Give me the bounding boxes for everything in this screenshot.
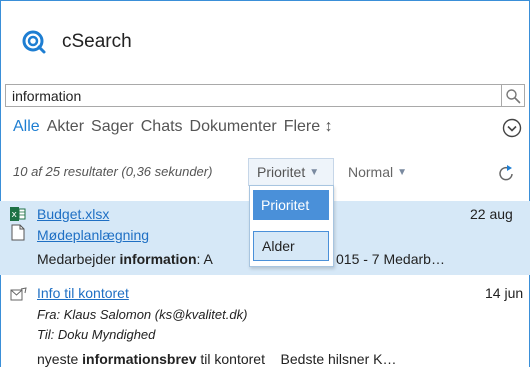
result-from: Fra: Klaus Salomon (ks@kvalitet.dk) <box>37 307 248 322</box>
filter-tab-more[interactable]: Flere ↕ <box>284 118 333 136</box>
filter-tabs: Alle Akter Sager Chats Dokumenter Flere … <box>13 118 333 136</box>
result-snippet: nyeste informationsbrev til kontoret Bed… <box>37 351 396 367</box>
result-snippet-tail: 015 - 7 Medarb… <box>336 251 445 267</box>
expand-circle-icon[interactable] <box>502 118 522 138</box>
search-button[interactable] <box>501 84 525 107</box>
sort-option-alder[interactable]: Alder <box>253 231 329 261</box>
result-date: 14 jun <box>485 285 524 301</box>
filter-tab-alle[interactable]: Alle <box>13 118 40 136</box>
document-icon <box>11 224 25 241</box>
app-title: cSearch <box>62 31 132 52</box>
snippet-text: til kontoret Bedste hilsner K… <box>196 351 397 367</box>
csearch-logo-icon <box>22 30 46 54</box>
sort-option-prioritet[interactable]: Prioritet <box>253 190 329 220</box>
result-title-link[interactable]: Info til kontoret <box>37 285 129 301</box>
search-input[interactable] <box>5 84 501 107</box>
dropdown-arrow-icon: ▼ <box>397 166 408 178</box>
results-count: 10 af 25 resultater (0,36 sekunder) <box>13 164 213 179</box>
filter-tab-chats[interactable]: Chats <box>141 118 183 136</box>
snippet-text: Medarbejder <box>37 251 120 267</box>
refresh-icon[interactable] <box>497 163 517 183</box>
excel-icon: x <box>10 207 26 221</box>
order-label: Normal <box>348 164 394 180</box>
snippet-highlight: informationsbrev <box>82 351 197 367</box>
app-header: cSearch <box>20 26 132 58</box>
dropdown-arrow-icon: ▼ <box>309 166 320 178</box>
search-bar <box>5 84 525 107</box>
result-date: 22 aug <box>470 206 513 222</box>
snippet-highlight: information <box>119 251 197 267</box>
filter-tab-sager[interactable]: Sager <box>91 118 134 136</box>
filter-tab-dokumenter[interactable]: Dokumenter <box>190 118 277 136</box>
order-dropdown-button[interactable]: Normal ▼ <box>348 164 407 180</box>
result-to: Til: Doku Myndighed <box>37 327 156 342</box>
sort-selected-label: Prioritet <box>257 164 306 180</box>
result-subtitle-link[interactable]: Mødeplanlægning <box>37 227 149 243</box>
snippet-text: nyeste <box>37 351 83 367</box>
svg-text:x: x <box>12 210 18 220</box>
snippet-text: : A <box>196 251 213 267</box>
search-icon <box>506 88 521 103</box>
filter-tab-akter[interactable]: Akter <box>47 118 84 136</box>
sort-dropdown-button[interactable]: Prioritet ▼ <box>248 158 334 186</box>
result-title-link[interactable]: Budget.xlsx <box>37 206 109 222</box>
email-icon <box>10 287 27 301</box>
sort-dropdown-menu: Prioritet Alder <box>249 185 334 267</box>
result-snippet: Medarbejder information: A <box>37 251 213 267</box>
